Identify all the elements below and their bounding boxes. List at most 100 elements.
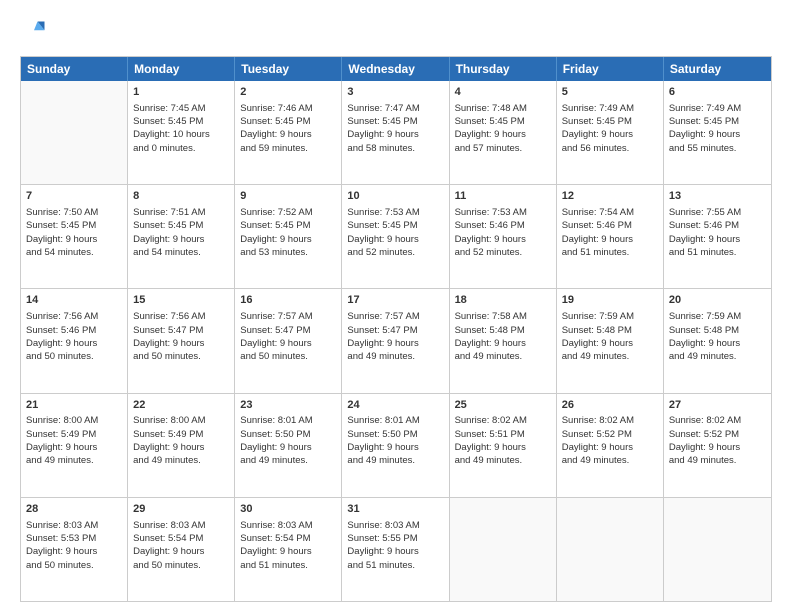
calendar-row-5: 28 Sunrise: 8:03 AM Sunset: 5:53 PM Dayli… bbox=[21, 497, 771, 601]
header-day-friday: Friday bbox=[557, 57, 664, 81]
day-content: Sunrise: 7:57 AM Sunset: 5:47 PM Dayligh… bbox=[347, 310, 443, 363]
header bbox=[20, 18, 772, 46]
day-number: 15 bbox=[133, 293, 229, 308]
day-content: Sunrise: 7:49 AM Sunset: 5:45 PM Dayligh… bbox=[669, 102, 766, 155]
calendar-row-4: 21Sunrise: 8:00 AM Sunset: 5:49 PM Dayli… bbox=[21, 393, 771, 497]
header-day-tuesday: Tuesday bbox=[235, 57, 342, 81]
calendar-day-11: 11 Sunrise: 7:53 AM Sunset: 5:46 PM Dayli… bbox=[450, 185, 557, 288]
calendar: SundayMondayTuesdayWednesdayThursdayFrid… bbox=[20, 56, 772, 602]
day-number: 28 bbox=[26, 502, 122, 517]
day-number: 6 bbox=[669, 85, 766, 100]
calendar-day-25: 25Sunrise: 8:02 AM Sunset: 5:51 PM Dayli… bbox=[450, 394, 557, 497]
calendar-day-14: 14 Sunrise: 7:56 AM Sunset: 5:46 PM Dayli… bbox=[21, 289, 128, 392]
day-number: 17 bbox=[347, 293, 443, 308]
page: SundayMondayTuesdayWednesdayThursdayFrid… bbox=[0, 0, 792, 612]
day-number: 14 bbox=[26, 293, 122, 308]
day-content: Sunrise: 8:00 AM Sunset: 5:49 PM Dayligh… bbox=[133, 414, 229, 467]
day-content: Sunrise: 7:55 AM Sunset: 5:46 PM Dayligh… bbox=[669, 206, 766, 259]
logo bbox=[20, 18, 52, 46]
calendar-empty-cell bbox=[664, 498, 771, 601]
calendar-day-26: 26Sunrise: 8:02 AM Sunset: 5:52 PM Dayli… bbox=[557, 394, 664, 497]
day-content: Sunrise: 7:56 AM Sunset: 5:46 PM Dayligh… bbox=[26, 310, 122, 363]
day-content: Sunrise: 7:53 AM Sunset: 5:45 PM Dayligh… bbox=[347, 206, 443, 259]
calendar-day-21: 21Sunrise: 8:00 AM Sunset: 5:49 PM Dayli… bbox=[21, 394, 128, 497]
calendar-row-3: 14 Sunrise: 7:56 AM Sunset: 5:46 PM Dayli… bbox=[21, 288, 771, 392]
day-number: 23 bbox=[240, 398, 336, 413]
day-content: Sunrise: 8:03 AM Sunset: 5:54 PM Dayligh… bbox=[240, 519, 336, 572]
header-day-thursday: Thursday bbox=[450, 57, 557, 81]
day-content: Sunrise: 7:54 AM Sunset: 5:46 PM Dayligh… bbox=[562, 206, 658, 259]
day-content: Sunrise: 8:01 AM Sunset: 5:50 PM Dayligh… bbox=[347, 414, 443, 467]
calendar-day-3: 3 Sunrise: 7:47 AM Sunset: 5:45 PM Daylig… bbox=[342, 81, 449, 184]
calendar-day-2: 2Sunrise: 7:46 AM Sunset: 5:45 PM Daylig… bbox=[235, 81, 342, 184]
calendar-day-9: 9Sunrise: 7:52 AM Sunset: 5:45 PM Daylig… bbox=[235, 185, 342, 288]
calendar-day-4: 4 Sunrise: 7:48 AM Sunset: 5:45 PM Daylig… bbox=[450, 81, 557, 184]
day-content: Sunrise: 8:00 AM Sunset: 5:49 PM Dayligh… bbox=[26, 414, 122, 467]
day-number: 24 bbox=[347, 398, 443, 413]
calendar-empty-cell bbox=[21, 81, 128, 184]
day-content: Sunrise: 7:51 AM Sunset: 5:45 PM Dayligh… bbox=[133, 206, 229, 259]
day-content: Sunrise: 7:53 AM Sunset: 5:46 PM Dayligh… bbox=[455, 206, 551, 259]
header-day-saturday: Saturday bbox=[664, 57, 771, 81]
calendar-day-13: 13 Sunrise: 7:55 AM Sunset: 5:46 PM Dayli… bbox=[664, 185, 771, 288]
calendar-body: 1Sunrise: 7:45 AM Sunset: 5:45 PM Daylig… bbox=[21, 81, 771, 601]
day-number: 10 bbox=[347, 189, 443, 204]
day-number: 20 bbox=[669, 293, 766, 308]
day-content: Sunrise: 7:57 AM Sunset: 5:47 PM Dayligh… bbox=[240, 310, 336, 363]
calendar-day-16: 16 Sunrise: 7:57 AM Sunset: 5:47 PM Dayli… bbox=[235, 289, 342, 392]
day-content: Sunrise: 8:02 AM Sunset: 5:52 PM Dayligh… bbox=[562, 414, 658, 467]
calendar-day-31: 31 Sunrise: 8:03 AM Sunset: 5:55 PM Dayli… bbox=[342, 498, 449, 601]
day-number: 16 bbox=[240, 293, 336, 308]
calendar-day-10: 10 Sunrise: 7:53 AM Sunset: 5:45 PM Dayli… bbox=[342, 185, 449, 288]
calendar-day-5: 5Sunrise: 7:49 AM Sunset: 5:45 PM Daylig… bbox=[557, 81, 664, 184]
day-content: Sunrise: 8:02 AM Sunset: 5:51 PM Dayligh… bbox=[455, 414, 551, 467]
day-number: 31 bbox=[347, 502, 443, 517]
day-content: Sunrise: 7:47 AM Sunset: 5:45 PM Dayligh… bbox=[347, 102, 443, 155]
day-content: Sunrise: 7:59 AM Sunset: 5:48 PM Dayligh… bbox=[669, 310, 766, 363]
day-content: Sunrise: 7:58 AM Sunset: 5:48 PM Dayligh… bbox=[455, 310, 551, 363]
day-number: 18 bbox=[455, 293, 551, 308]
calendar-day-28: 28 Sunrise: 8:03 AM Sunset: 5:53 PM Dayli… bbox=[21, 498, 128, 601]
day-number: 29 bbox=[133, 502, 229, 517]
header-day-sunday: Sunday bbox=[21, 57, 128, 81]
day-number: 26 bbox=[562, 398, 658, 413]
calendar-day-6: 6 Sunrise: 7:49 AM Sunset: 5:45 PM Daylig… bbox=[664, 81, 771, 184]
calendar-day-24: 24Sunrise: 8:01 AM Sunset: 5:50 PM Dayli… bbox=[342, 394, 449, 497]
calendar-day-29: 29 Sunrise: 8:03 AM Sunset: 5:54 PM Dayli… bbox=[128, 498, 235, 601]
day-number: 4 bbox=[455, 85, 551, 100]
day-content: Sunrise: 7:46 AM Sunset: 5:45 PM Dayligh… bbox=[240, 102, 336, 155]
day-content: Sunrise: 8:03 AM Sunset: 5:55 PM Dayligh… bbox=[347, 519, 443, 572]
day-content: Sunrise: 7:49 AM Sunset: 5:45 PM Dayligh… bbox=[562, 102, 658, 155]
calendar-day-30: 30Sunrise: 8:03 AM Sunset: 5:54 PM Dayli… bbox=[235, 498, 342, 601]
day-content: Sunrise: 8:03 AM Sunset: 5:54 PM Dayligh… bbox=[133, 519, 229, 572]
calendar-day-15: 15Sunrise: 7:56 AM Sunset: 5:47 PM Dayli… bbox=[128, 289, 235, 392]
day-number: 13 bbox=[669, 189, 766, 204]
calendar-day-12: 12 Sunrise: 7:54 AM Sunset: 5:46 PM Dayli… bbox=[557, 185, 664, 288]
day-content: Sunrise: 8:03 AM Sunset: 5:53 PM Dayligh… bbox=[26, 519, 122, 572]
day-content: Sunrise: 7:48 AM Sunset: 5:45 PM Dayligh… bbox=[455, 102, 551, 155]
calendar-day-23: 23Sunrise: 8:01 AM Sunset: 5:50 PM Dayli… bbox=[235, 394, 342, 497]
day-content: Sunrise: 8:02 AM Sunset: 5:52 PM Dayligh… bbox=[669, 414, 766, 467]
day-number: 11 bbox=[455, 189, 551, 204]
day-number: 12 bbox=[562, 189, 658, 204]
calendar-day-27: 27Sunrise: 8:02 AM Sunset: 5:52 PM Dayli… bbox=[664, 394, 771, 497]
calendar-day-1: 1Sunrise: 7:45 AM Sunset: 5:45 PM Daylig… bbox=[128, 81, 235, 184]
day-content: Sunrise: 7:50 AM Sunset: 5:45 PM Dayligh… bbox=[26, 206, 122, 259]
calendar-header: SundayMondayTuesdayWednesdayThursdayFrid… bbox=[21, 57, 771, 81]
calendar-day-18: 18 Sunrise: 7:58 AM Sunset: 5:48 PM Dayli… bbox=[450, 289, 557, 392]
calendar-empty-cell bbox=[557, 498, 664, 601]
calendar-empty-cell bbox=[450, 498, 557, 601]
day-number: 22 bbox=[133, 398, 229, 413]
day-number: 8 bbox=[133, 189, 229, 204]
day-number: 9 bbox=[240, 189, 336, 204]
day-content: Sunrise: 8:01 AM Sunset: 5:50 PM Dayligh… bbox=[240, 414, 336, 467]
calendar-row-2: 7 Sunrise: 7:50 AM Sunset: 5:45 PM Daylig… bbox=[21, 184, 771, 288]
day-number: 3 bbox=[347, 85, 443, 100]
day-number: 7 bbox=[26, 189, 122, 204]
calendar-day-8: 8 Sunrise: 7:51 AM Sunset: 5:45 PM Daylig… bbox=[128, 185, 235, 288]
logo-icon bbox=[20, 18, 48, 46]
calendar-day-17: 17 Sunrise: 7:57 AM Sunset: 5:47 PM Dayli… bbox=[342, 289, 449, 392]
day-content: Sunrise: 7:59 AM Sunset: 5:48 PM Dayligh… bbox=[562, 310, 658, 363]
day-number: 27 bbox=[669, 398, 766, 413]
header-day-wednesday: Wednesday bbox=[342, 57, 449, 81]
